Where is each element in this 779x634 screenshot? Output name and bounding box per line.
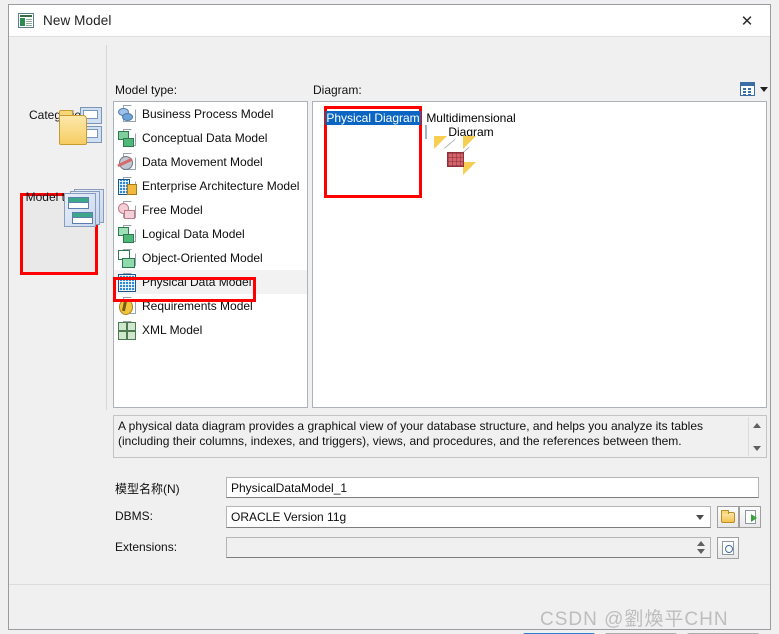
model-type-label: Object-Oriented Model bbox=[142, 251, 263, 265]
description-scrollbar[interactable] bbox=[748, 417, 765, 456]
description-box: A physical data diagram provides a graph… bbox=[113, 415, 767, 458]
extensions-label: Extensions: bbox=[115, 540, 178, 554]
enterprise-architecture-model-icon bbox=[118, 177, 137, 195]
view-mode-toggle[interactable] bbox=[740, 79, 768, 99]
model-type-list[interactable]: Business Process Model Conceptual Data M… bbox=[113, 101, 308, 408]
rail-item-model-types[interactable]: Model types bbox=[18, 187, 104, 227]
scroll-up-icon[interactable] bbox=[749, 417, 765, 433]
dbms-select[interactable]: ORACLE Version 11g bbox=[226, 506, 711, 528]
free-model-icon bbox=[118, 201, 136, 219]
dbms-new-button[interactable] bbox=[739, 506, 761, 528]
object-oriented-model-icon bbox=[118, 249, 136, 268]
model-type-label: Conceptual Data Model bbox=[142, 131, 268, 145]
chevron-down-icon bbox=[760, 86, 768, 92]
footer-divider bbox=[9, 584, 770, 585]
folder-open-icon bbox=[721, 509, 735, 523]
dialog-body: Categories Model types Model type: Diagr… bbox=[9, 37, 770, 634]
extensions-input[interactable] bbox=[226, 537, 711, 558]
mode-rail: Categories Model types bbox=[10, 45, 107, 410]
model-type-item-enterprise-architecture-model[interactable]: Enterprise Architecture Model bbox=[114, 174, 307, 198]
page-export-icon bbox=[744, 510, 757, 524]
model-name-label: 模型名称(N) bbox=[115, 482, 180, 496]
conceptual-data-model-icon bbox=[118, 129, 136, 147]
close-button[interactable]: ✕ bbox=[724, 5, 770, 36]
new-model-dialog: New Model ✕ Categories Model types Model… bbox=[8, 4, 771, 634]
rail-item-categories[interactable]: Categories bbox=[18, 105, 102, 145]
model-icon bbox=[18, 13, 34, 28]
screenshot-root: New Model ✕ Categories Model types Model… bbox=[0, 0, 779, 634]
model-type-label: XML Model bbox=[142, 323, 203, 337]
dbms-selected-value: ORACLE Version 11g bbox=[231, 510, 347, 524]
data-movement-model-icon bbox=[117, 153, 136, 171]
dbms-browse-button[interactable] bbox=[717, 506, 739, 528]
model-type-item-business-process-model[interactable]: Business Process Model bbox=[114, 102, 307, 126]
chevron-down-icon bbox=[696, 515, 704, 520]
diagram-item-label-line1: Multidimensional bbox=[426, 111, 516, 125]
requirements-model-icon bbox=[118, 297, 136, 315]
model-type-item-physical-data-model[interactable]: Physical Data Model bbox=[114, 270, 307, 294]
model-type-item-free-model[interactable]: Free Model bbox=[114, 198, 307, 222]
extensions-browse-button[interactable] bbox=[717, 537, 739, 559]
description-text: A physical data diagram provides a graph… bbox=[118, 419, 703, 448]
model-type-label: Model type: bbox=[115, 83, 178, 97]
model-type-item-requirements-model[interactable]: Requirements Model bbox=[114, 294, 307, 318]
model-type-label: Logical Data Model bbox=[142, 227, 245, 241]
diagram-item-multidimensional-diagram[interactable]: Multidimensional Diagram bbox=[423, 108, 519, 175]
dbms-label: DBMS: bbox=[115, 509, 154, 523]
diagram-label: Diagram: bbox=[313, 83, 362, 97]
model-name-input[interactable]: PhysicalDataModel_1 bbox=[226, 477, 759, 498]
diagram-item-physical-diagram[interactable]: Physical Diagram bbox=[325, 108, 421, 125]
model-type-label: Physical Data Model bbox=[142, 275, 252, 289]
page-search-icon bbox=[722, 541, 734, 555]
model-type-item-xml-model[interactable]: XML Model bbox=[114, 318, 307, 342]
logical-data-model-icon bbox=[118, 225, 136, 243]
model-type-item-object-oriented-model[interactable]: Object-Oriented Model bbox=[114, 246, 307, 270]
model-type-item-logical-data-model[interactable]: Logical Data Model bbox=[114, 222, 307, 246]
model-type-item-data-movement-model[interactable]: Data Movement Model bbox=[114, 150, 307, 174]
model-type-label: Free Model bbox=[142, 203, 203, 217]
model-type-label: Requirements Model bbox=[142, 299, 253, 313]
title-bar: New Model ✕ bbox=[9, 5, 770, 37]
xml-model-icon bbox=[118, 321, 136, 340]
diagram-item-label: Physical Diagram bbox=[325, 111, 421, 125]
model-type-label: Business Process Model bbox=[142, 107, 274, 121]
dialog-title: New Model bbox=[43, 13, 112, 28]
business-process-model-icon bbox=[118, 105, 136, 123]
physical-data-model-icon bbox=[118, 273, 136, 292]
extensions-stepper[interactable] bbox=[694, 540, 708, 555]
model-type-label: Data Movement Model bbox=[142, 155, 263, 169]
grid-view-icon bbox=[740, 82, 755, 96]
scroll-down-icon[interactable] bbox=[749, 440, 765, 456]
diagram-panel[interactable]: Physical Diagram Multidimensional Diagra… bbox=[312, 101, 767, 408]
model-type-item-conceptual-data-model[interactable]: Conceptual Data Model bbox=[114, 126, 307, 150]
model-type-label: Enterprise Architecture Model bbox=[142, 179, 300, 193]
